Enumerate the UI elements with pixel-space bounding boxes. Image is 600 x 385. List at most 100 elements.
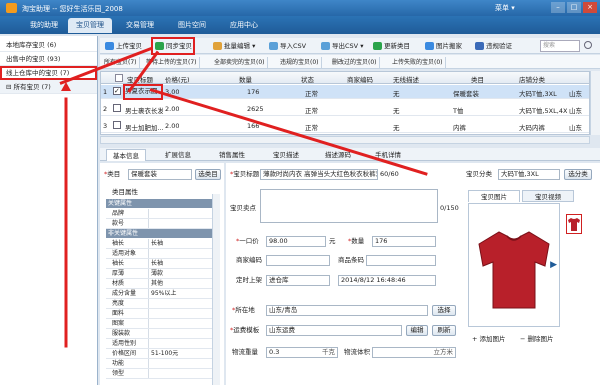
minimize-icon[interactable]: – [551,2,565,13]
shipping-select[interactable]: 山东运费 [266,325,402,336]
col-category[interactable]: 类目 [471,74,484,84]
attr-row[interactable]: 面料 [106,309,212,319]
attr-value[interactable] [148,329,212,338]
choose-shopcat-button[interactable]: 选分类 [564,169,592,180]
table-row[interactable]: 2 男士裹衣长发... 2.00 2625 正常 无 T恤 大码T恤,5XL,4… [101,102,589,116]
col-price[interactable]: 价格(元) [165,74,190,84]
tab-item-video[interactable]: 宝贝视频 [522,190,574,202]
row-checkbox[interactable] [113,104,121,112]
tab-sales-attr[interactable]: 销售属性 [212,149,252,161]
row-title[interactable]: 男士加肥加... [125,122,163,132]
choose-location-button[interactable]: 选择 [432,305,456,316]
sidebar-item-local-stock[interactable]: 本地库存宝贝 (6) [0,38,97,52]
filter-tab-failed[interactable]: 上传失败的宝贝(0) [390,57,446,68]
next-image-icon[interactable]: ▶ [550,260,557,270]
weight-input[interactable]: 0.3 千克 [266,347,338,358]
image-thumbnail[interactable] [566,214,582,234]
tab-item-management[interactable]: 宝贝管理 [68,18,112,33]
expand-icon[interactable]: ⊟ [6,83,14,91]
batch-edit-button[interactable]: 批量编辑 ▾ [212,40,255,52]
attr-row[interactable]: 款号 [106,219,212,229]
location-input[interactable]: 山东/青岛 [266,305,428,316]
attr-value[interactable]: 长袖 [148,259,212,268]
attr-row[interactable]: 袖长 长袖 [106,259,212,269]
maximize-icon[interactable]: □ [567,2,581,13]
schedule-select[interactable]: 进仓库 [266,275,330,286]
col-qty[interactable]: 数量 [239,74,252,84]
attr-value[interactable] [148,359,212,368]
schedule-time-input[interactable]: 2014/8/12 16:48:46 [338,275,436,286]
attr-value[interactable] [148,309,212,318]
main-menu[interactable]: 菜单 ▾ [495,3,515,13]
attr-row[interactable]: 成分含量 95%以上 [106,289,212,299]
qty-input[interactable]: 176 [372,236,436,247]
tab-app-center[interactable]: 应用中心 [222,18,266,33]
filter-tab-violation[interactable]: 违规的宝贝(0) [278,57,322,68]
attr-row[interactable]: 服装款 [106,329,212,339]
attr-row[interactable]: 适用性别 [106,339,212,349]
merchant-code-input[interactable] [266,255,330,266]
image-move-button[interactable]: 图片搬家 [424,40,462,52]
sidebar-item-on-sale[interactable]: 出售中的宝贝 (93) [0,52,97,66]
attr-row[interactable]: 袖长 长袖 [106,239,212,249]
upload-button[interactable]: 上传宝贝 [104,40,142,52]
category-select[interactable]: 保暖套装 [128,169,192,180]
edit-shipping-button[interactable]: 编辑 [406,325,428,336]
update-category-button[interactable]: 更新类目 [372,40,410,52]
table-hscrollbar[interactable] [100,136,590,144]
filter-tab-sold-out[interactable]: 全部卖完的宝贝(0) [212,57,268,68]
attr-value[interactable] [148,219,212,228]
volume-input[interactable]: 立方米 [372,347,456,358]
tab-my-assistant[interactable]: 我的助理 [22,18,66,33]
col-code[interactable]: 商家编码 [347,74,373,84]
table-row[interactable]: 3 男士加肥加... 2.00 166 正常 无 内裤 大码内裤 山东 [101,119,589,133]
col-status[interactable]: 状态 [301,74,314,84]
selling-point-textarea[interactable] [260,189,438,223]
attr-value[interactable] [148,299,212,308]
table-scrollbar[interactable] [590,71,600,135]
barcode-input[interactable] [366,255,436,266]
tab-trade-management[interactable]: 交易管理 [118,18,162,33]
attr-row[interactable]: 品牌 [106,209,212,219]
attr-value[interactable] [148,209,212,218]
export-csv-button[interactable]: 导出CSV ▾ [320,40,363,52]
attr-row[interactable]: 价格区间 51-100元 [106,349,212,359]
attr-row[interactable]: 图案 [106,319,212,329]
attr-value[interactable] [148,339,212,348]
row-checkbox[interactable] [113,121,121,129]
title-input[interactable]: 薄款时尚内衣 高弹当头大红色秋衣秋裤套装两套包邮 [260,169,378,180]
search-input[interactable]: 搜索 [540,40,580,52]
attr-row[interactable]: 亮度 [106,299,212,309]
price-input[interactable]: 98.00 [266,236,326,247]
filter-tab-modified[interactable]: 删改过的宝贝(0) [330,57,380,68]
attr-value[interactable]: 其他 [148,279,212,288]
tab-item-pictures[interactable]: 宝贝图片 [468,190,520,202]
attr-row[interactable]: 领型 [106,369,212,379]
attr-value[interactable] [148,319,212,328]
attr-row[interactable]: 材质 其他 [106,279,212,289]
add-image-button[interactable]: + 添加图片 [472,333,506,343]
row-checkbox[interactable]: ✓ [113,87,121,95]
tab-image-space[interactable]: 图片空间 [170,18,214,33]
select-all-checkbox[interactable] [115,74,123,82]
tab-description[interactable]: 宝贝描述 [264,149,308,161]
col-shopcat[interactable]: 店铺分类 [519,74,545,84]
search-icon[interactable] [584,41,592,49]
shopcat-input[interactable]: 大码T恤,3XL [498,169,560,180]
row-title[interactable]: 男士裹衣长发... [125,105,163,115]
sidebar-item-all-items[interactable]: ⊟ 所有宝贝 (7) [0,80,97,94]
close-icon[interactable]: × [583,2,597,13]
attr-value[interactable]: 51-100元 [148,349,212,358]
attr-row[interactable]: 功能 [106,359,212,369]
import-csv-button[interactable]: 导入CSV [268,40,306,52]
tab-ext-info[interactable]: 扩展信息 [158,149,198,161]
attr-row[interactable]: 适用对象 [106,249,212,259]
col-wireless[interactable]: 无线描述 [393,74,419,84]
attr-value[interactable]: 95%以上 [148,289,212,298]
tab-basic-info[interactable]: 基本信息 [106,149,146,161]
attr-value[interactable]: 长袖 [148,239,212,248]
attr-value[interactable] [148,249,212,258]
delete-image-button[interactable]: − 删除图片 [520,333,554,343]
attr-value[interactable]: 薄款 [148,269,212,278]
attr-row[interactable]: 厚薄 薄款 [106,269,212,279]
